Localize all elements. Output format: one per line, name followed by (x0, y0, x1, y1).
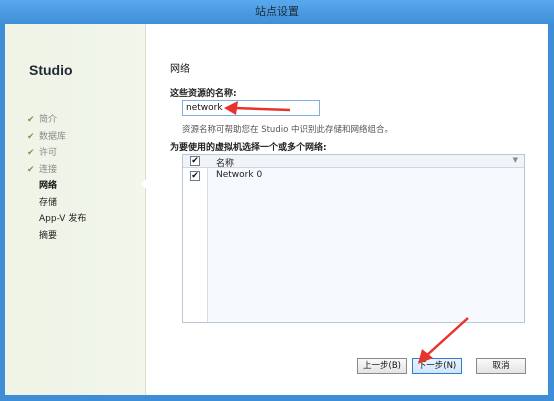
annotation-arrows (224, 101, 469, 364)
red-arrow-icon (418, 317, 469, 364)
red-arrow-icon (224, 101, 291, 115)
